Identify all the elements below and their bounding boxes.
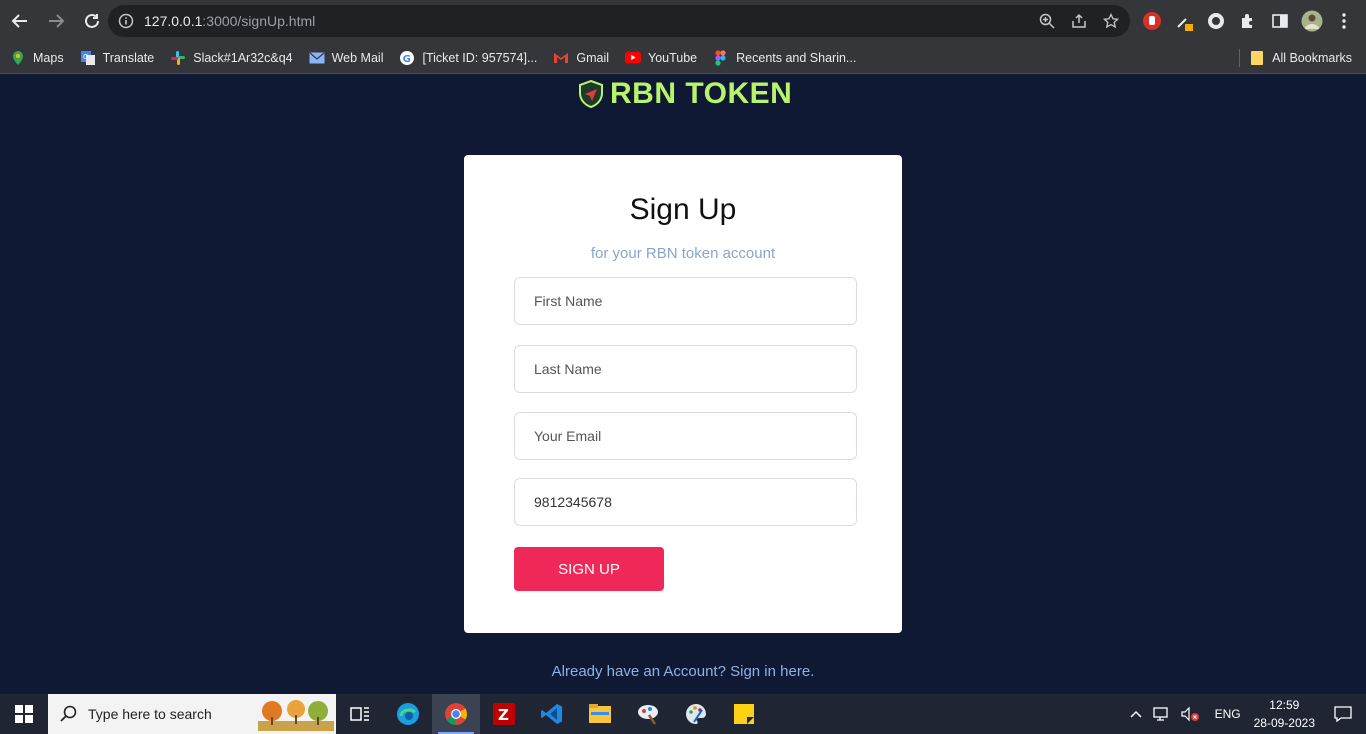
extensions-puzzle-icon[interactable] <box>1236 9 1260 33</box>
search-icon <box>60 705 77 722</box>
taskbar-edge[interactable] <box>384 694 432 734</box>
network-icon[interactable] <box>1152 706 1170 722</box>
palette-icon <box>686 704 706 724</box>
taskbar-paint-app[interactable] <box>624 694 672 734</box>
gmail-icon <box>553 50 569 66</box>
eyedropper-extension-icon[interactable] <box>1172 9 1196 33</box>
chrome-menu-icon[interactable] <box>1332 9 1356 33</box>
browser-toolbar: 127.0.0.1:3000/signUp.html <box>0 0 1366 42</box>
vscode-icon <box>541 704 562 724</box>
svg-text:G: G <box>83 53 88 61</box>
figma-icon <box>713 49 729 66</box>
address-bar[interactable]: 127.0.0.1:3000/signUp.html <box>108 5 1130 37</box>
language-indicator[interactable]: ENG <box>1215 707 1241 721</box>
filezilla-icon: Z <box>493 703 515 725</box>
translate-icon: G <box>80 50 96 66</box>
search-placeholder: Type here to search <box>88 706 212 722</box>
signup-button[interactable]: SIGN UP <box>514 547 664 591</box>
clock[interactable]: 12:59 28-09-2023 <box>1254 696 1315 732</box>
last-name-input[interactable] <box>514 345 857 393</box>
shield-logo-icon <box>579 80 603 108</box>
svg-text:Z: Z <box>498 706 509 724</box>
url-text: 127.0.0.1:3000/signUp.html <box>144 13 316 29</box>
forward-button[interactable] <box>40 5 72 37</box>
windows-logo-icon <box>15 705 33 723</box>
maps-icon <box>10 50 26 66</box>
show-hidden-icons-icon[interactable] <box>1130 710 1142 718</box>
mail-icon <box>309 50 325 66</box>
taskbar-search[interactable]: Type here to search <box>48 694 336 734</box>
paint-brush-icon <box>638 705 658 725</box>
first-name-input[interactable] <box>514 277 857 325</box>
google-icon: G <box>399 50 415 66</box>
all-bookmarks[interactable]: All Bookmarks <box>1239 42 1352 74</box>
email-input[interactable] <box>514 412 857 460</box>
taskbar-file-explorer[interactable] <box>576 694 624 734</box>
folder-icon <box>1250 50 1264 66</box>
forward-arrow-icon <box>49 14 65 28</box>
signup-card: Sign Up for your RBN token account SIGN … <box>464 155 902 633</box>
chrome-icon <box>445 703 467 725</box>
signin-link[interactable]: Already have an Account? Sign in here. <box>0 663 1366 680</box>
g-extension-icon[interactable] <box>1204 9 1228 33</box>
file-explorer-icon <box>589 704 611 723</box>
taskbar-sticky-notes[interactable] <box>720 694 768 734</box>
bookmark-translate[interactable]: G Translate <box>80 50 154 66</box>
autumn-trees-icon <box>258 700 334 731</box>
site-info-icon[interactable] <box>118 13 134 29</box>
bookmark-figma[interactable]: Recents and Sharin... <box>713 49 856 66</box>
taskbar-chrome[interactable] <box>432 694 480 734</box>
taskbar-palette-app[interactable] <box>672 694 720 734</box>
signup-page: RBN TOKEN Sign Up for your RBN token acc… <box>0 75 1366 694</box>
taskbar-filezilla[interactable]: Z <box>480 694 528 734</box>
sticky-notes-icon <box>734 704 754 724</box>
taskbar-vscode[interactable] <box>528 694 576 734</box>
notifications-icon[interactable] <box>1334 706 1352 722</box>
page-title: Sign Up <box>629 193 737 226</box>
start-button[interactable] <box>0 694 48 734</box>
slack-icon <box>170 50 186 66</box>
svg-text:G: G <box>403 54 411 65</box>
bookmark-ticket[interactable]: G [Ticket ID: 957574]... <box>399 50 537 66</box>
logo[interactable]: RBN TOKEN <box>578 77 792 111</box>
back-arrow-icon <box>11 14 27 28</box>
bookmark-youtube[interactable]: YouTube <box>625 50 697 66</box>
share-icon[interactable] <box>1068 10 1090 32</box>
bookmark-star-icon[interactable] <box>1100 10 1122 32</box>
side-panel-icon[interactable] <box>1268 9 1292 33</box>
task-view-button[interactable] <box>336 694 384 734</box>
windows-taskbar: Type here to search Z ENG 12:59 28-09-20… <box>0 694 1366 734</box>
stop-hand-extension-icon[interactable] <box>1140 9 1164 33</box>
reload-button[interactable] <box>76 5 108 37</box>
reload-icon <box>85 13 99 28</box>
profile-avatar[interactable] <box>1300 9 1324 33</box>
bookmark-webmail[interactable]: Web Mail <box>309 50 383 66</box>
bookmark-maps[interactable]: Maps <box>10 50 64 66</box>
zoom-icon[interactable] <box>1036 10 1058 32</box>
volume-muted-icon[interactable] <box>1180 706 1200 722</box>
task-view-icon <box>350 707 369 721</box>
phone-input[interactable] <box>514 478 857 526</box>
bookmarks-bar: Maps G Translate Slack#1Ar32c&q4 Web Mai… <box>0 42 1366 74</box>
bookmark-slack[interactable]: Slack#1Ar32c&q4 <box>170 50 293 66</box>
back-button[interactable] <box>4 5 36 37</box>
clock-time: 12:59 <box>1269 698 1300 712</box>
logo-text: RBN TOKEN <box>610 77 793 110</box>
bookmark-gmail[interactable]: Gmail <box>553 50 609 66</box>
clock-date: 28-09-2023 <box>1253 716 1315 730</box>
page-subtitle: for your RBN token account <box>590 245 776 262</box>
edge-icon <box>397 703 419 725</box>
youtube-icon <box>625 50 642 66</box>
system-tray: ENG 12:59 28-09-2023 <box>1125 694 1366 734</box>
bookmarks-divider <box>1239 49 1241 67</box>
